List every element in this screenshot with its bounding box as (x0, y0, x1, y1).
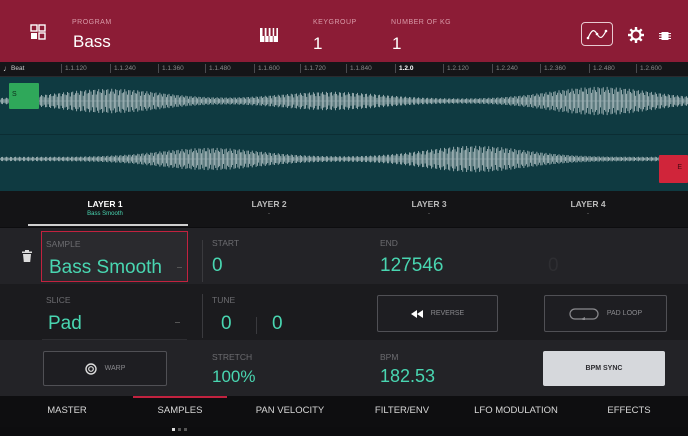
keygroup-label: KEYGROUP (313, 19, 357, 26)
grid-menu-icon[interactable] (30, 24, 46, 40)
ruler-tick: 1.2.480 (589, 64, 615, 73)
active-tab-indicator (133, 396, 227, 398)
end-value[interactable]: 127546 (380, 255, 443, 277)
chip-icon[interactable] (659, 29, 671, 41)
nav-filter-env[interactable]: FILTER/ENV (345, 405, 459, 416)
ruler-tick: 1.2.240 (492, 64, 518, 73)
tune-fine-value[interactable]: 0 (272, 313, 283, 335)
tab-layer-4-title: LAYER 4 (570, 199, 606, 209)
ghost-value: 0 (548, 255, 559, 276)
ruler-tick: 1.2.0 (394, 64, 414, 73)
end-marker-label: E (677, 164, 682, 171)
loop-icon (569, 307, 599, 320)
timeline-ruler[interactable]: ♩ Beat 1.1.120 1.1.240 1.1.360 1.1.480 1.1.6… (0, 62, 688, 77)
vsep-2 (202, 294, 203, 338)
warp-label: WARP (104, 365, 126, 372)
gear-icon[interactable] (627, 26, 645, 44)
warp-button[interactable]: WARP (43, 351, 167, 386)
ruler-tick: 1.1.240 (110, 64, 136, 73)
stretch-value[interactable]: 100% (212, 367, 255, 387)
sample-field[interactable]: SAMPLE Bass Smooth (41, 231, 188, 282)
ruler-tick: 1.1.600 (254, 64, 280, 73)
rewind-icon (410, 309, 423, 318)
ruler-tick: 1.1.480 (205, 64, 231, 73)
number-of-kg-value[interactable]: 1 (392, 34, 401, 54)
tab-layer-3[interactable]: LAYER 3 - (343, 191, 515, 227)
program-name[interactable]: Bass (73, 32, 111, 52)
slice-value[interactable]: Pad (48, 313, 82, 335)
start-value[interactable]: 0 (212, 255, 223, 277)
tune-coarse-value[interactable]: 0 (221, 313, 232, 335)
piano-keys-icon[interactable] (260, 28, 278, 42)
warp-icon (84, 362, 97, 375)
trash-icon[interactable] (22, 249, 32, 262)
nav-master[interactable]: MASTER (10, 405, 124, 416)
tab-layer-3-title: LAYER 3 (411, 199, 447, 209)
number-of-kg-label: NUMBER OF KG (391, 19, 452, 26)
start-label: START (212, 238, 240, 248)
ruler-tick: 1.1.120 (61, 64, 87, 73)
ruler-tick: 1.2.120 (443, 64, 469, 73)
samples-page-dots (172, 418, 188, 431)
tab-layer-1[interactable]: LAYER 1 Bass Smooth (22, 191, 188, 227)
end-label: END (380, 238, 398, 248)
tab-layer-2[interactable]: LAYER 2 - (183, 191, 355, 227)
tune-label: TUNE (212, 295, 236, 305)
pad-loop-label: PAD LOOP (606, 310, 643, 317)
tab-layer-2-title: LAYER 2 (251, 199, 287, 209)
tune-divider (256, 317, 257, 334)
nav-pan-velocity[interactable]: PAN VELOCITY (233, 405, 347, 416)
stretch-label: STRETCH (212, 352, 253, 362)
tab-layer-4[interactable]: LAYER 4 - (502, 191, 674, 227)
nav-lfo-modulation[interactable]: LFO MODULATION (459, 405, 573, 416)
ruler-tick: 1.1.720 (300, 64, 326, 73)
slice-field-underline (42, 339, 187, 340)
reverse-button[interactable]: REVERSE (377, 295, 498, 332)
tab-layer-2-sub: - (268, 211, 270, 217)
bpm-value[interactable]: 182.53 (380, 366, 435, 387)
ruler-tick: 1.2.360 (540, 64, 566, 73)
slice-label: SLICE (46, 295, 71, 305)
slice-dropdown-icon (175, 322, 180, 323)
bottom-nav: MASTER SAMPLES PAN VELOCITY FILTER/ENV L… (0, 396, 688, 431)
nav-effects[interactable]: EFFECTS (572, 405, 686, 416)
sample-label: SAMPLE (46, 239, 81, 249)
envelope-curve-icon[interactable] (581, 22, 613, 46)
vsep-1 (202, 240, 203, 282)
bpm-label: BPM (380, 352, 399, 362)
ruler-tick: 1.1.360 (158, 64, 184, 73)
end-marker[interactable]: E (659, 155, 688, 183)
bpm-sync-label: BPM SYNC (585, 365, 623, 372)
sample-dropdown-icon (177, 267, 182, 268)
start-marker-label: S (12, 91, 17, 98)
ruler-tick: 1.1.840 (346, 64, 372, 73)
channel-divider (0, 134, 688, 135)
sample-value: Bass Smooth (49, 257, 162, 278)
top-header: PROGRAM Bass KEYGROUP 1 NUMBER OF KG 1 (0, 0, 688, 62)
bpm-sync-button[interactable]: BPM SYNC (543, 351, 665, 386)
tab-layer-3-sub: - (428, 211, 430, 217)
ruler-tick: 1.2.600 (636, 64, 662, 73)
tab-layer-4-sub: - (587, 211, 589, 217)
layer-tabs: LAYER 1 Bass Smooth LAYER 2 - LAYER 3 - … (0, 191, 688, 227)
nav-samples[interactable]: SAMPLES (123, 405, 237, 416)
tab-layer-1-title: LAYER 1 (87, 199, 123, 209)
program-label: PROGRAM (72, 19, 112, 26)
reverse-label: REVERSE (430, 310, 465, 317)
pad-loop-button[interactable]: PAD LOOP (544, 295, 667, 332)
keygroup-value[interactable]: 1 (313, 34, 322, 54)
start-marker[interactable]: S (9, 83, 39, 109)
beat-label: Beat (11, 65, 25, 72)
sample-parameters: SAMPLE Bass Smooth START 0 END 127546 0 … (0, 228, 688, 396)
tab-layer-1-sub: Bass Smooth (87, 211, 123, 217)
beat-note-icon: ♩ (3, 64, 11, 73)
